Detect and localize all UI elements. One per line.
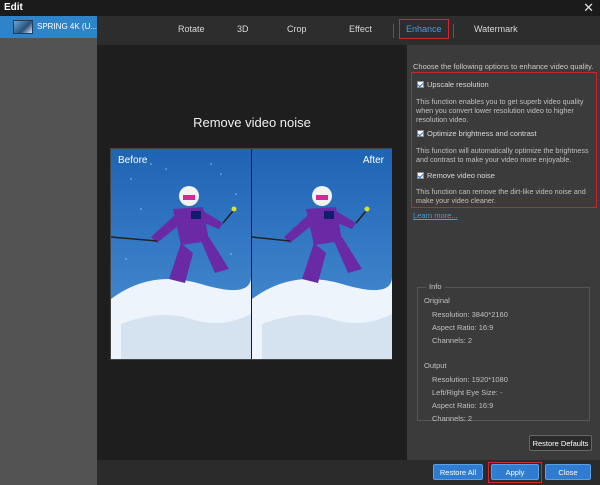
option-description: This function can remove the dirt-like v… <box>416 187 586 205</box>
option-label: Upscale resolution <box>427 80 489 89</box>
original-resolution: Resolution: 3840*2160 <box>432 310 508 319</box>
apply-button[interactable]: Apply <box>491 464 539 480</box>
tab-watermark[interactable]: Watermark <box>474 24 518 34</box>
tab-separator <box>453 24 454 38</box>
original-heading: Original <box>424 296 450 305</box>
info-legend: Info <box>426 282 445 291</box>
enhance-options-box: Upscale resolution This function enables… <box>411 72 597 208</box>
original-aspect-ratio: Aspect Ratio: 16:9 <box>432 323 494 332</box>
upscale-checkbox[interactable] <box>417 81 424 88</box>
enhance-settings-panel: Choose the following options to enhance … <box>407 45 600 460</box>
before-label: Before <box>118 155 148 166</box>
output-resolution: Resolution: 1920*1080 <box>432 375 508 384</box>
tab-enhance[interactable]: Enhance <box>399 19 449 39</box>
option-description: This function will automatically optimiz… <box>416 146 589 164</box>
preview-title: Remove video noise <box>193 115 311 130</box>
output-heading: Output <box>424 361 447 370</box>
info-group: Info Original Resolution: 3840*2160 Aspe… <box>417 282 590 423</box>
tab-separator <box>393 24 394 38</box>
option-label: Remove video noise <box>427 171 495 180</box>
tab-3d[interactable]: 3D <box>237 24 249 34</box>
preview-area: Remove video noise Before After <box>97 45 407 460</box>
tab-crop[interactable]: Crop <box>287 24 307 34</box>
option-label: Optimize brightness and contrast <box>427 129 537 138</box>
learn-more-link[interactable]: Learn more... <box>413 211 458 220</box>
file-name: SPRING 4K (U... <box>37 22 98 31</box>
enhance-intro-text: Choose the following options to enhance … <box>413 62 594 71</box>
after-pane: After <box>252 149 392 359</box>
output-eye-size: Left/Right Eye Size: - <box>432 388 503 397</box>
edit-tab-bar: Rotate 3D Crop Effect Enhance Watermark <box>97 16 600 45</box>
noise-checkbox[interactable] <box>417 172 424 179</box>
after-label: After <box>362 155 384 166</box>
option-description: This function enables you to get superb … <box>416 97 584 124</box>
brightness-checkbox[interactable] <box>417 130 424 137</box>
video-thumbnail <box>13 20 33 34</box>
output-channels: Channels: 2 <box>432 414 473 423</box>
file-list-panel: SPRING 4K (U... <box>0 16 97 485</box>
tab-effect[interactable]: Effect <box>349 24 372 34</box>
original-channels: Channels: 2 <box>432 336 473 345</box>
close-button[interactable]: Close <box>545 464 591 480</box>
restore-defaults-button[interactable]: Restore Defaults <box>529 435 592 451</box>
title-bar: Edit ✕ <box>0 0 600 16</box>
footer-bar: Restore All Apply Close <box>97 460 600 485</box>
skier-image <box>111 149 251 359</box>
before-pane: Before <box>111 149 251 359</box>
tab-rotate[interactable]: Rotate <box>178 24 205 34</box>
before-after-comparison: Before After <box>110 148 392 360</box>
file-list-item[interactable]: SPRING 4K (U... <box>0 16 97 38</box>
skier-image <box>252 149 392 359</box>
close-icon[interactable]: ✕ <box>583 0 594 16</box>
window-title: Edit <box>4 2 23 13</box>
restore-all-button[interactable]: Restore All <box>433 464 483 480</box>
output-aspect-ratio: Aspect Ratio: 16:9 <box>432 401 494 410</box>
